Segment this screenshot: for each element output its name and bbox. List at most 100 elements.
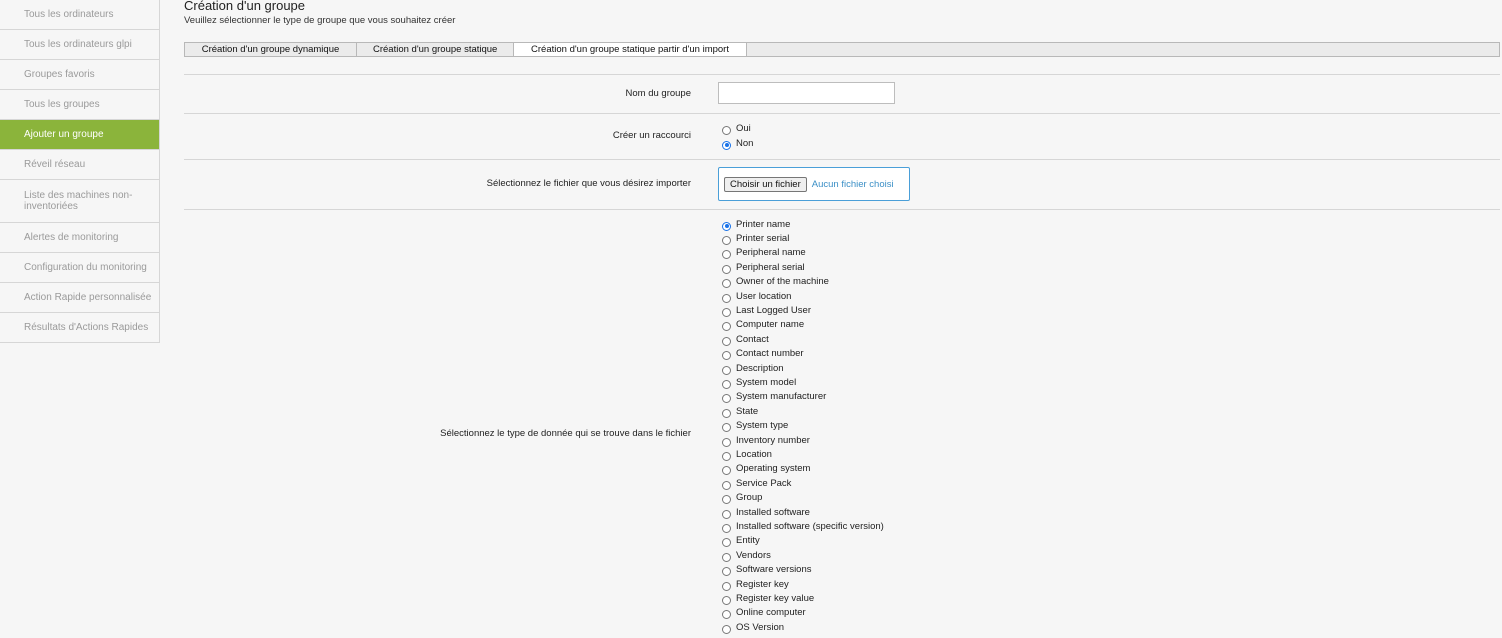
radio-button[interactable]: [722, 408, 731, 418]
radio-label: Online computer: [736, 607, 806, 619]
datatype-option[interactable]: Peripheral serial: [722, 261, 805, 274]
page-title: Création d'un groupe: [184, 0, 306, 13]
datatype-option[interactable]: Service Pack: [722, 477, 791, 490]
row-divider: [184, 159, 1500, 160]
radio-button[interactable]: [722, 581, 731, 591]
datatype-option[interactable]: Installed software (specific version): [722, 520, 884, 533]
datatype-option[interactable]: Location: [722, 448, 772, 461]
radio-label: Printer name: [736, 218, 791, 230]
radio-label: Non: [736, 137, 754, 149]
datatype-option[interactable]: State: [722, 405, 758, 418]
sidebar-item-all-computers-glpi[interactable]: Tous les ordinateurs glpi: [0, 30, 159, 60]
radio-label: Contact: [736, 333, 769, 345]
radio-button[interactable]: [722, 125, 731, 135]
row-divider: [184, 74, 1500, 75]
radio-button[interactable]: [722, 595, 731, 605]
datatype-option[interactable]: Printer serial: [722, 232, 790, 245]
radio-label: Oui: [736, 122, 751, 134]
radio-button[interactable]: [722, 264, 731, 274]
radio-button[interactable]: [722, 322, 731, 332]
datatype-option[interactable]: User location: [722, 290, 791, 303]
datatype-option[interactable]: Installed software: [722, 506, 810, 519]
datatype-option[interactable]: System manufacturer: [722, 391, 827, 404]
radio-button[interactable]: [722, 437, 731, 447]
radio-button[interactable]: [722, 235, 731, 245]
datatype-option[interactable]: Online computer: [722, 607, 806, 620]
radio-label: Printer serial: [736, 232, 790, 244]
datatype-option[interactable]: Group: [722, 492, 763, 505]
datatype-option[interactable]: Contact number: [722, 348, 804, 361]
datatype-option[interactable]: Software versions: [722, 564, 812, 577]
sidebar-item-all-groups[interactable]: Tous les groupes: [0, 90, 159, 120]
datatype-option[interactable]: System type: [722, 420, 788, 433]
choose-file-button[interactable]: Choisir un fichier: [724, 176, 807, 192]
sidebar-item-favorite-groups[interactable]: Groupes favoris: [0, 60, 159, 90]
radio-button[interactable]: [722, 379, 731, 389]
radio-button[interactable]: [722, 423, 731, 433]
datatype-option[interactable]: Peripheral name: [722, 247, 806, 260]
sidebar-item-custom-quick-action[interactable]: Action Rapide personnalisée: [0, 283, 159, 313]
radio-button[interactable]: [722, 523, 731, 533]
radio-button[interactable]: [722, 552, 731, 562]
tab-dynamic-group[interactable]: Création d'un groupe dynamique: [185, 43, 357, 56]
file-picker[interactable]: Choisir un fichier Aucun fichier choisi: [718, 167, 910, 201]
radio-button[interactable]: [722, 293, 731, 303]
group-name-input[interactable]: [718, 82, 895, 104]
radio-button[interactable]: [722, 307, 731, 317]
radio-button[interactable]: [722, 336, 731, 346]
tab-static-group[interactable]: Création d'un groupe statique: [357, 43, 514, 56]
radio-button[interactable]: [722, 567, 731, 577]
shortcut-option-yes[interactable]: Oui: [722, 122, 751, 135]
datatype-option[interactable]: Register key value: [722, 592, 815, 605]
datatype-option[interactable]: Entity: [722, 535, 760, 548]
radio-button[interactable]: [722, 394, 731, 404]
radio-label: Peripheral serial: [736, 261, 805, 273]
datatype-option[interactable]: Last Logged User: [722, 304, 811, 317]
sidebar-item-monitoring-alerts[interactable]: Alertes de monitoring: [0, 223, 159, 253]
radio-label: System manufacturer: [736, 391, 827, 403]
radio-button[interactable]: [722, 480, 731, 490]
radio-label: Register key value: [736, 592, 815, 604]
radio-button[interactable]: [722, 538, 731, 548]
radio-button[interactable]: [722, 351, 731, 361]
group-name-label: Nom du groupe: [625, 88, 691, 99]
radio-button[interactable]: [722, 624, 731, 634]
datatype-option[interactable]: Owner of the machine: [722, 276, 829, 289]
sidebar-item-wake-on-lan[interactable]: Réveil réseau: [0, 150, 159, 180]
sidebar-item-quick-action-results[interactable]: Résultats d'Actions Rapides: [0, 313, 159, 343]
radio-label: Installed software: [736, 506, 810, 518]
sidebar-item-monitoring-config[interactable]: Configuration du monitoring: [0, 253, 159, 283]
shortcut-option-no[interactable]: Non: [722, 137, 754, 150]
datatype-option[interactable]: Register key: [722, 578, 789, 591]
sidebar-item-uninventoried-machines[interactable]: Liste des machines non-inventoriées: [0, 180, 159, 223]
datatype-option[interactable]: Vendors: [722, 549, 771, 562]
sidebar-item-all-computers[interactable]: Tous les ordinateurs: [0, 0, 159, 30]
datatype-option[interactable]: Inventory number: [722, 434, 810, 447]
datatype-option[interactable]: Description: [722, 362, 784, 375]
radio-label: Register key: [736, 578, 789, 590]
datatype-option[interactable]: Contact: [722, 333, 769, 346]
radio-label: Installed software (specific version): [736, 520, 884, 532]
datatype-option[interactable]: Computer name: [722, 319, 804, 332]
radio-button[interactable]: [722, 279, 731, 289]
datatype-option[interactable]: Operating system: [722, 463, 810, 476]
radio-button[interactable]: [722, 466, 731, 476]
datatype-option[interactable]: System model: [722, 376, 797, 389]
radio-button[interactable]: [722, 610, 731, 620]
tab-static-group-import[interactable]: Création d'un groupe statique partir d'u…: [514, 43, 747, 56]
radio-button[interactable]: [722, 250, 731, 260]
radio-button[interactable]: [722, 509, 731, 519]
radio-button[interactable]: [722, 140, 731, 150]
file-status: Aucun fichier choisi: [811, 178, 894, 190]
radio-label: Last Logged User: [736, 304, 811, 316]
radio-label: System model: [736, 376, 797, 388]
datatype-option[interactable]: OS Version: [722, 621, 784, 634]
radio-button[interactable]: [722, 451, 731, 461]
datatype-option[interactable]: Printer name: [722, 218, 791, 231]
radio-button[interactable]: [722, 495, 731, 505]
radio-label: Group: [736, 492, 763, 504]
radio-button[interactable]: [722, 365, 731, 375]
sidebar-item-add-group[interactable]: Ajouter un groupe: [0, 120, 159, 150]
radio-button[interactable]: [722, 221, 731, 231]
file-import-label: Sélectionnez le fichier que vous désirez…: [486, 178, 691, 189]
